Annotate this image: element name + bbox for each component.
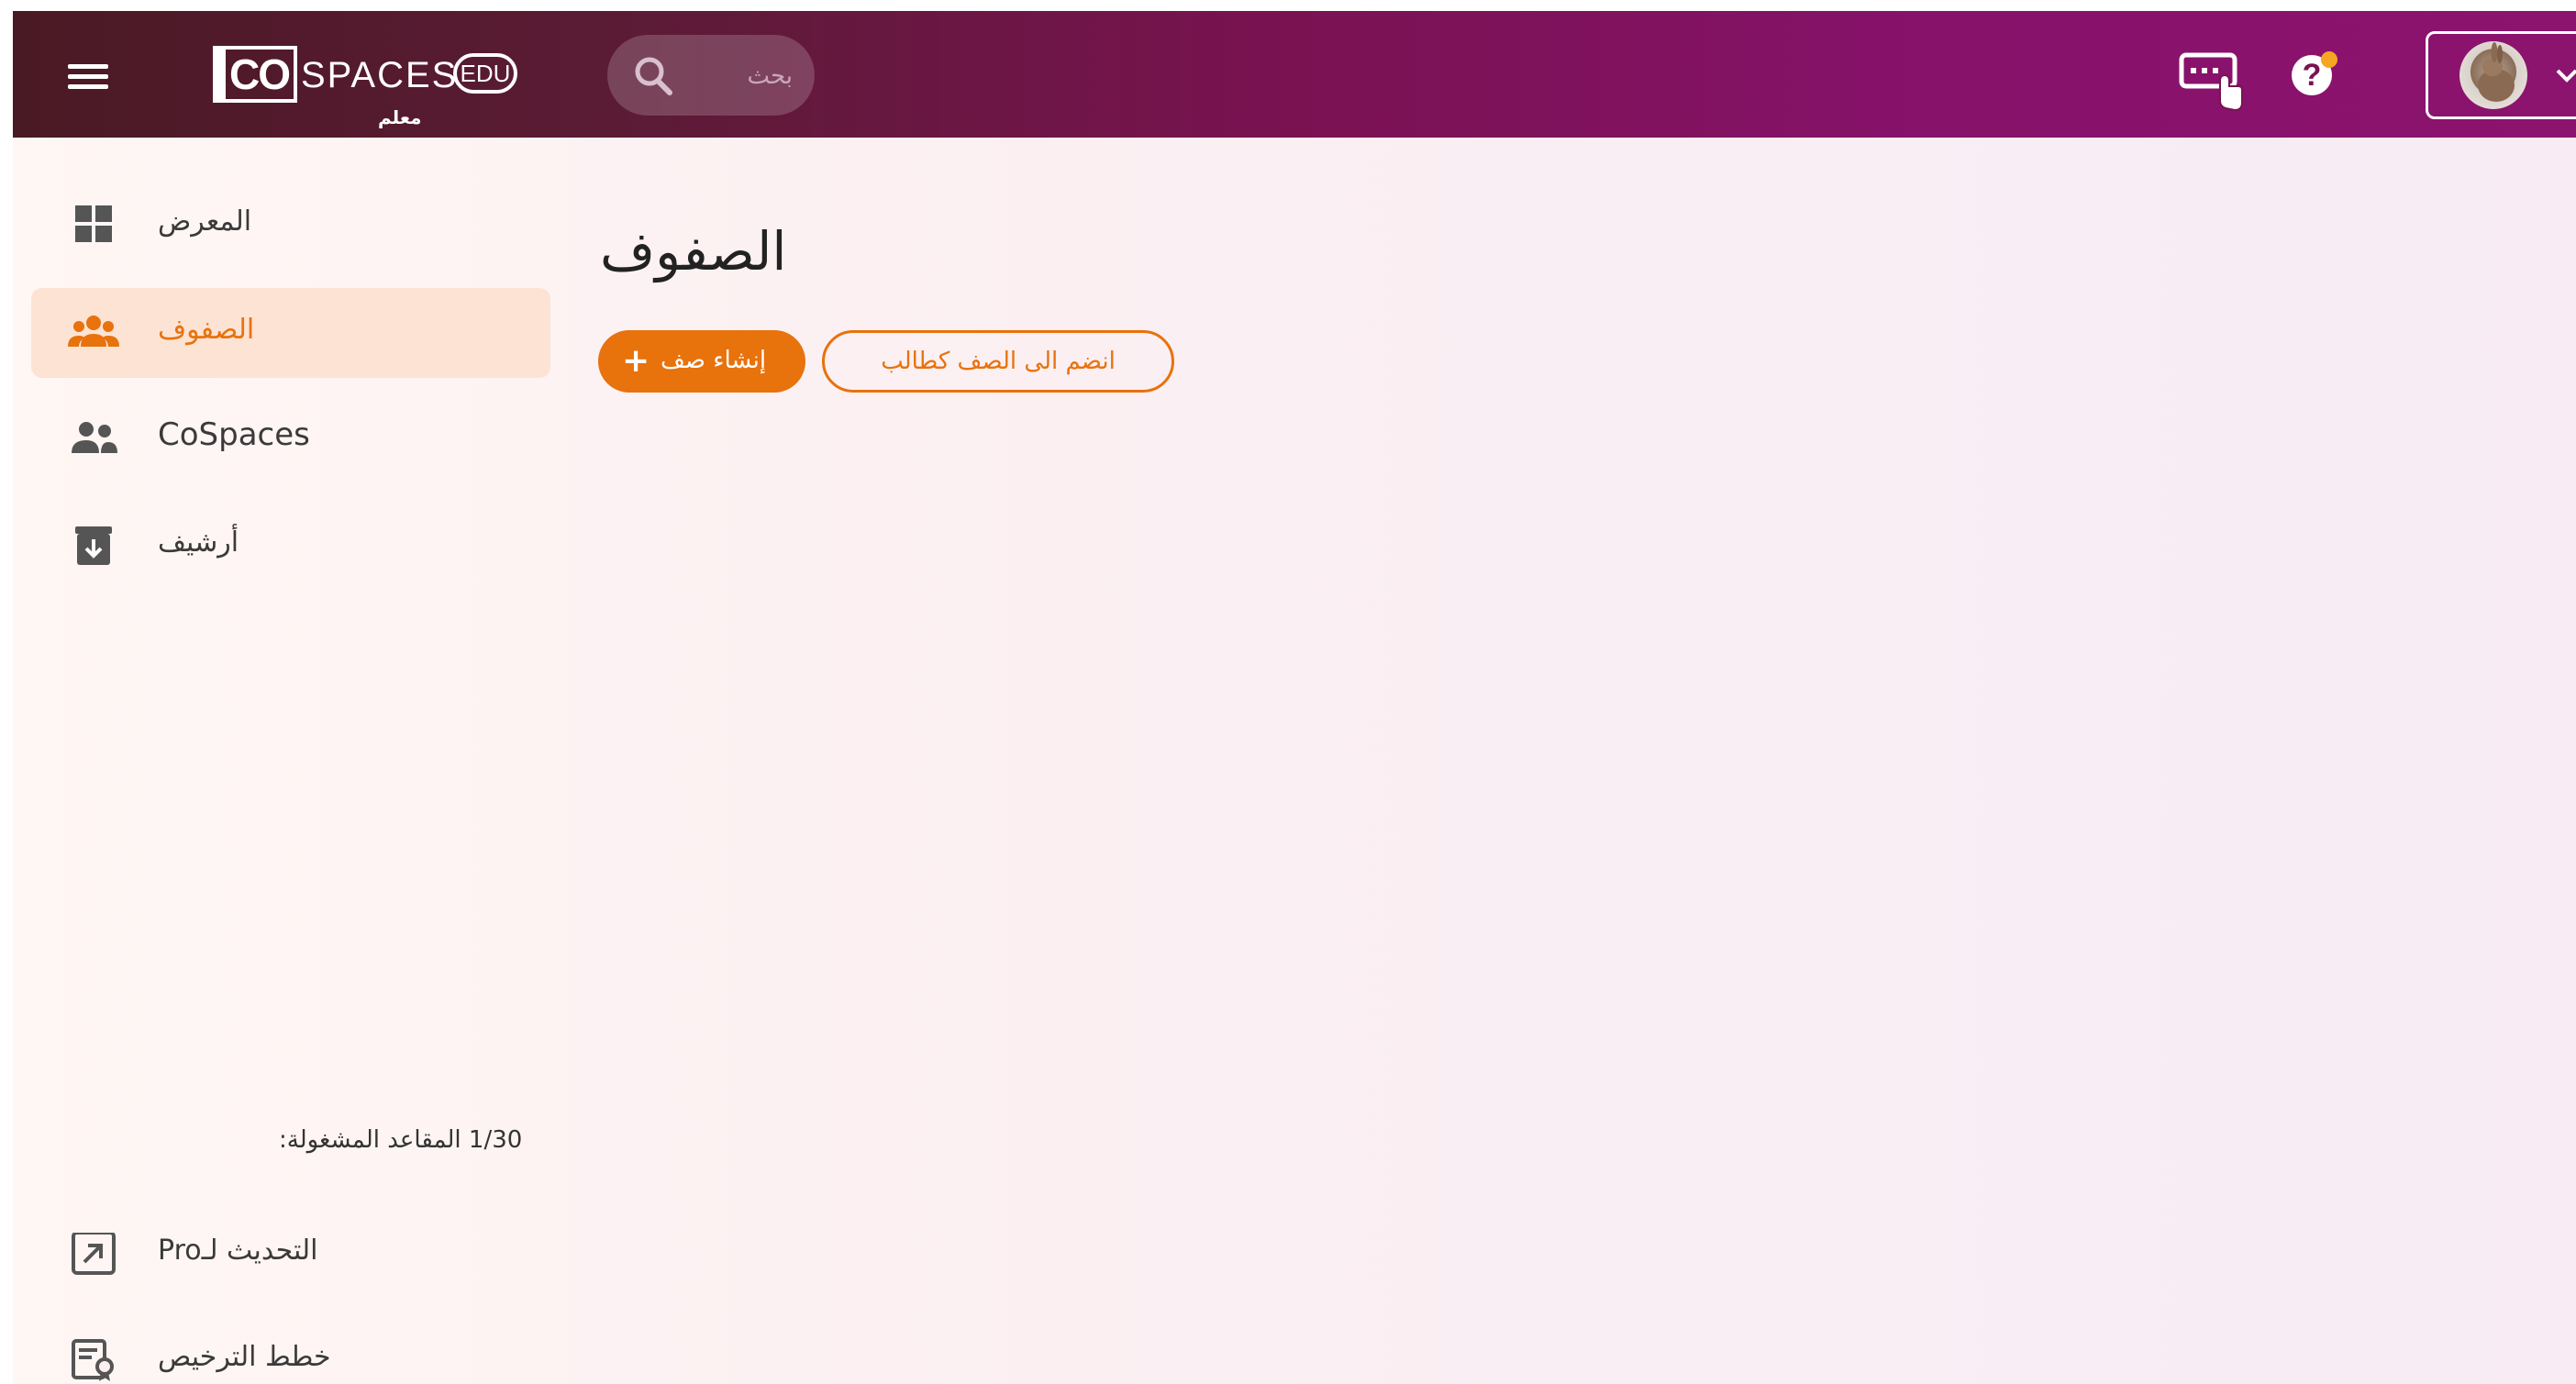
rabbit-avatar-icon xyxy=(2478,42,2515,102)
join-class-as-student-button[interactable]: انضم الى الصف كطالب xyxy=(822,330,1174,393)
sidebar-item-archive[interactable]: أرشيف xyxy=(31,501,550,591)
logo-spaces: SPACES xyxy=(301,55,459,95)
sidebar-item-classes[interactable]: الصفوف xyxy=(31,288,550,378)
gallery-grid-icon xyxy=(75,205,112,242)
hamburger-menu-icon[interactable] xyxy=(68,62,108,92)
license-plans-icon xyxy=(72,1339,114,1381)
top-bar: CO SPACES EDU معلم ? xyxy=(13,11,2576,138)
logo-co: CO xyxy=(213,46,297,103)
cospaces-edu-logo[interactable]: CO SPACES EDU معلم xyxy=(213,35,543,128)
sidebar-item-label: المعرض xyxy=(158,205,252,238)
classes-people-icon xyxy=(68,316,119,347)
search-box[interactable] xyxy=(607,35,815,116)
sidebar-item-label: التحديث لـPro xyxy=(158,1235,318,1267)
keyboard-shortcuts-button[interactable] xyxy=(2178,44,2251,117)
seats-used-text: 1/30 المقاعد المشغولة: xyxy=(279,1126,523,1154)
sidebar: المعرض الصفوف CoSpaces أرشيف 1/30 المقاع… xyxy=(13,138,563,1384)
chevron-down-icon xyxy=(2556,69,2576,83)
role-label: معلم xyxy=(378,106,422,128)
upgrade-arrow-icon xyxy=(72,1233,116,1275)
sidebar-item-label: خطط الترخيص xyxy=(158,1341,331,1373)
content-area: المعرض الصفوف CoSpaces أرشيف 1/30 المقاع… xyxy=(13,138,2576,1384)
cospaces-people-icon xyxy=(72,422,117,453)
notification-dot xyxy=(2321,51,2337,68)
account-menu[interactable] xyxy=(2426,31,2576,119)
search-icon xyxy=(635,57,672,95)
sidebar-item-upgrade-pro[interactable]: التحديث لـPro xyxy=(31,1209,550,1299)
sidebar-item-label: الصفوف xyxy=(158,314,255,346)
search-input[interactable] xyxy=(681,55,794,97)
create-class-button[interactable]: + إنشاء صف xyxy=(598,330,805,393)
logo-edu-badge: EDU xyxy=(453,53,517,94)
sidebar-item-cospaces[interactable]: CoSpaces xyxy=(31,394,550,484)
page-title: الصفوف xyxy=(600,220,787,282)
create-class-label: إنشاء صف xyxy=(661,347,767,374)
sidebar-item-gallery[interactable]: المعرض xyxy=(31,180,550,270)
plus-icon: + xyxy=(622,342,650,380)
app-window: CO SPACES EDU معلم ? xyxy=(13,11,2576,1384)
keyboard-shortcuts-icon xyxy=(2179,52,2243,112)
sidebar-item-label: أرشيف xyxy=(158,526,239,559)
help-button[interactable]: ? xyxy=(2286,44,2350,108)
sidebar-item-label: CoSpaces xyxy=(158,416,310,453)
sidebar-item-license-plans[interactable]: خطط الترخيص xyxy=(31,1315,550,1384)
archive-icon xyxy=(75,526,112,565)
avatar xyxy=(2459,41,2527,109)
